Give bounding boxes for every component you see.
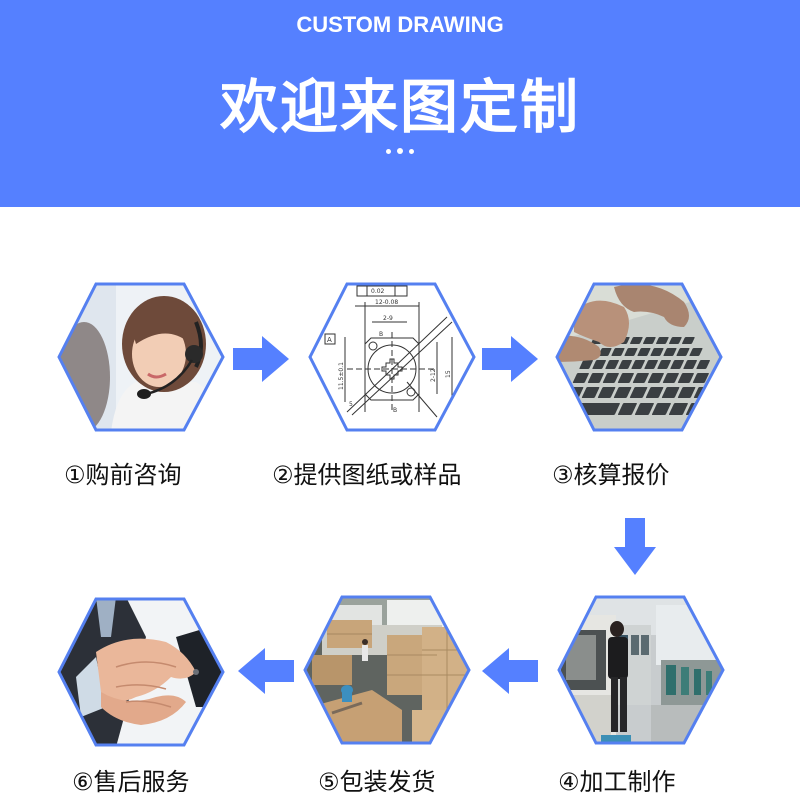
step-4-image	[556, 595, 726, 745]
arrow-down-icon	[614, 518, 658, 576]
step-5-image	[302, 595, 472, 745]
drawing-hole-dim: 2-9	[383, 315, 393, 322]
drawing-inner-dim: 2-12	[430, 368, 437, 382]
arrow-left-icon	[236, 648, 294, 694]
step-2-image: 0.02 12-0.08 2-9 A B B 5 11.5±0.1 2-12 1…	[307, 282, 477, 432]
drawing-section-bottom: B	[393, 407, 397, 414]
step-5-label: ⑤包装发货	[318, 768, 436, 796]
arrow-left-icon	[480, 648, 538, 694]
step-6-image	[56, 597, 226, 747]
drawing-radius: 5	[349, 401, 353, 408]
dot	[397, 148, 403, 154]
arrow-right-icon	[233, 336, 291, 382]
header-subtitle: CUSTOM DRAWING	[296, 12, 504, 37]
step-3-label: ③核算报价	[552, 461, 670, 489]
dot	[386, 148, 391, 154]
step-1-image	[56, 282, 226, 432]
dot	[409, 148, 414, 154]
drawing-width-dim: 12-0.08	[375, 299, 398, 306]
drawing-tol: 0.02	[371, 288, 385, 295]
header-banner: CUSTOM DRAWING 欢迎来图定制	[0, 0, 800, 207]
step-1-label: ①购前咨询	[64, 461, 182, 489]
drawing-datum: A	[327, 336, 332, 344]
drawing-section-top: B	[379, 331, 383, 338]
arrow-right-icon	[482, 336, 540, 382]
drawing-outer-dim: 15	[445, 370, 452, 378]
step-2-label: ②提供图纸或样品	[272, 461, 462, 489]
drawing-height-dim: 11.5±0.1	[338, 362, 345, 390]
header-dots-decoration	[0, 148, 800, 154]
step-3-image	[554, 282, 724, 432]
step-6-label: ⑥售后服务	[72, 768, 190, 796]
header-title: 欢迎来图定制	[219, 73, 580, 141]
step-4-label: ④加工制作	[558, 768, 676, 796]
